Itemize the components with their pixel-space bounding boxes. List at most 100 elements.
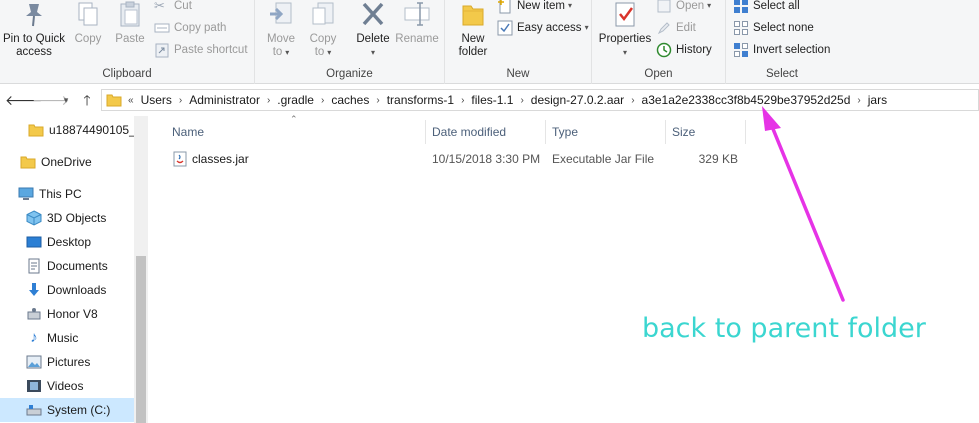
file-type: Executable Jar File <box>552 152 655 166</box>
new-folder-icon <box>462 5 484 26</box>
organize-group: Move to▾ Copy to▾ Delete ▾ Rename Orga <box>255 0 445 84</box>
open-group-label: Open <box>644 68 673 80</box>
breadcrumb-separator[interactable]: › <box>518 95 525 106</box>
cut-label: Cut <box>174 0 192 12</box>
sidebar-item-music[interactable]: ♪ Music <box>0 326 134 350</box>
new-item-button[interactable]: New item ▾ <box>497 0 572 16</box>
sidebar-scrollbar-thumb[interactable] <box>136 256 146 423</box>
copy-path-label: Copy path <box>174 22 227 34</box>
sidebar-item-label: Downloads <box>47 283 107 297</box>
rename-icon <box>404 2 430 26</box>
breadcrumb-separator[interactable]: › <box>374 95 381 106</box>
pin-label-line2: access <box>16 46 52 58</box>
breadcrumb-separator[interactable]: › <box>459 95 466 106</box>
open-group: Properties ▾ Open ▾ Edit History Open <box>592 0 726 84</box>
column-header-size[interactable]: Size <box>666 120 746 144</box>
download-arrow-icon <box>29 283 39 296</box>
easy-access-button[interactable]: Easy access ▾ <box>497 18 589 38</box>
new-group: New folder New item ▾ Easy access ▾ New <box>445 0 592 84</box>
select-group: Select all Select none Invert selection … <box>726 0 838 84</box>
sidebar-item-this-pc[interactable]: This PC <box>0 182 134 206</box>
forward-button[interactable]: 🡒 <box>32 90 70 110</box>
sidebar-item-label: System (C:) <box>47 403 111 417</box>
address-breadcrumb[interactable]: « Users › Administrator › .gradle › caches ›… <box>101 89 979 111</box>
breadcrumb-users[interactable]: Users <box>136 93 177 107</box>
open-button[interactable]: Open ▾ <box>656 0 711 16</box>
copy-path-button[interactable]: Copy path <box>154 18 226 38</box>
invert-selection-label: Invert selection <box>753 44 831 56</box>
pin-label-line1: Pin to Quick <box>3 33 65 45</box>
column-header-type[interactable]: Type <box>546 120 666 144</box>
navigation-pane: u18874490105_u OneDrive This PC 3D Objec… <box>0 116 148 423</box>
breadcrumb-administrator[interactable]: Administrator <box>184 93 265 107</box>
column-header-name[interactable]: Name <box>166 120 426 144</box>
paste-shortcut-button[interactable]: Paste shortcut <box>154 40 248 60</box>
invert-selection-button[interactable]: Invert selection <box>733 40 830 60</box>
history-button[interactable]: History <box>656 40 712 60</box>
copy-button[interactable]: Copy <box>70 0 106 46</box>
breadcrumb-separator[interactable]: › <box>177 95 184 106</box>
sidebar-item-label: Music <box>47 331 79 345</box>
new-folder-label-line1: New <box>461 33 485 45</box>
sidebar-item-videos[interactable]: Videos <box>0 374 134 398</box>
breadcrumb-caches[interactable]: caches <box>326 93 374 107</box>
sidebar-item-label: This PC <box>39 187 82 201</box>
delete-label: Delete <box>356 33 390 45</box>
address-bar-row: 🡐 🡒 ▾ 🡑 « Users › Administrator › .gradle ›… <box>0 84 979 116</box>
new-folder-button[interactable]: New folder <box>453 0 493 59</box>
sidebar-item-pictures[interactable]: Pictures <box>0 350 134 374</box>
file-name[interactable]: classes.jar <box>192 149 249 169</box>
sidebar-item-3d-objects[interactable]: 3D Objects <box>0 206 134 230</box>
column-header-date-modified[interactable]: Date modified <box>426 120 546 144</box>
sidebar-item-downloads[interactable]: Downloads <box>0 278 134 302</box>
new-folder-label-line2: folder <box>458 46 488 58</box>
sidebar-item-system-c[interactable]: System (C:) <box>0 398 134 422</box>
move-to-button[interactable]: Move to ▾ <box>263 0 299 59</box>
breadcrumb-overflow[interactable]: « <box>126 95 136 106</box>
paste-shortcut-icon <box>155 43 169 58</box>
breadcrumb-separator[interactable]: › <box>265 95 272 106</box>
sidebar-item-desktop[interactable]: Desktop <box>0 230 134 254</box>
sidebar-item-user-folder[interactable]: u18874490105_u <box>0 118 134 142</box>
select-all-button[interactable]: Select all <box>733 0 800 16</box>
delete-button[interactable]: Delete ▾ <box>353 0 393 59</box>
breadcrumb-separator[interactable]: › <box>629 95 636 106</box>
breadcrumb-files[interactable]: files-1.1 <box>466 93 518 107</box>
recent-locations-button[interactable]: ▾ <box>57 90 75 110</box>
rename-button[interactable]: Rename <box>395 0 439 46</box>
jar-file-icon <box>173 151 187 167</box>
clipboard-group: Pin to Quick access Copy Paste ✂ Cut Cop… <box>0 0 255 84</box>
properties-button[interactable]: Properties ▾ <box>597 0 653 59</box>
history-icon <box>656 42 672 58</box>
delete-x-icon <box>362 2 384 26</box>
breadcrumb-hash-folder[interactable]: a3e1a2e2338cc3f8b4529be37952d25d <box>637 93 856 107</box>
phone-device-icon <box>27 308 41 320</box>
breadcrumb-separator[interactable]: › <box>319 95 326 106</box>
sidebar-item-honor-v8[interactable]: Honor V8 <box>0 302 134 326</box>
select-none-button[interactable]: Select none <box>733 18 814 38</box>
edit-button[interactable]: Edit <box>656 18 696 38</box>
rename-label: Rename <box>395 33 439 45</box>
cube-icon <box>26 210 42 226</box>
breadcrumb-design-aar[interactable]: design-27.0.2.aar <box>526 93 629 107</box>
select-all-label: Select all <box>753 0 800 12</box>
sidebar-item-onedrive[interactable]: OneDrive <box>0 150 134 174</box>
pin-to-quick-access-button[interactable]: Pin to Quick access <box>2 0 66 59</box>
back-button[interactable]: 🡐 <box>5 90 43 110</box>
breadcrumb-jars[interactable]: jars <box>863 93 892 107</box>
breadcrumb-transforms[interactable]: transforms-1 <box>382 93 459 107</box>
clipboard-group-label: Clipboard <box>102 68 152 80</box>
cut-button[interactable]: ✂ Cut <box>154 0 192 16</box>
copy-to-button[interactable]: Copy to ▾ <box>305 0 341 59</box>
edit-label: Edit <box>676 22 696 34</box>
paste-button[interactable]: Paste <box>110 0 150 46</box>
breadcrumb-separator[interactable]: › <box>855 95 862 106</box>
breadcrumb-gradle[interactable]: .gradle <box>272 93 319 107</box>
up-button[interactable]: 🡑 <box>78 90 96 110</box>
column-header-name-label: Name <box>172 125 205 139</box>
open-icon <box>657 0 671 13</box>
file-date-modified: 10/15/2018 3:30 PM <box>432 152 541 166</box>
folder-icon <box>28 124 44 137</box>
sidebar-item-label: Honor V8 <box>47 307 98 321</box>
sidebar-item-documents[interactable]: Documents <box>0 254 134 278</box>
